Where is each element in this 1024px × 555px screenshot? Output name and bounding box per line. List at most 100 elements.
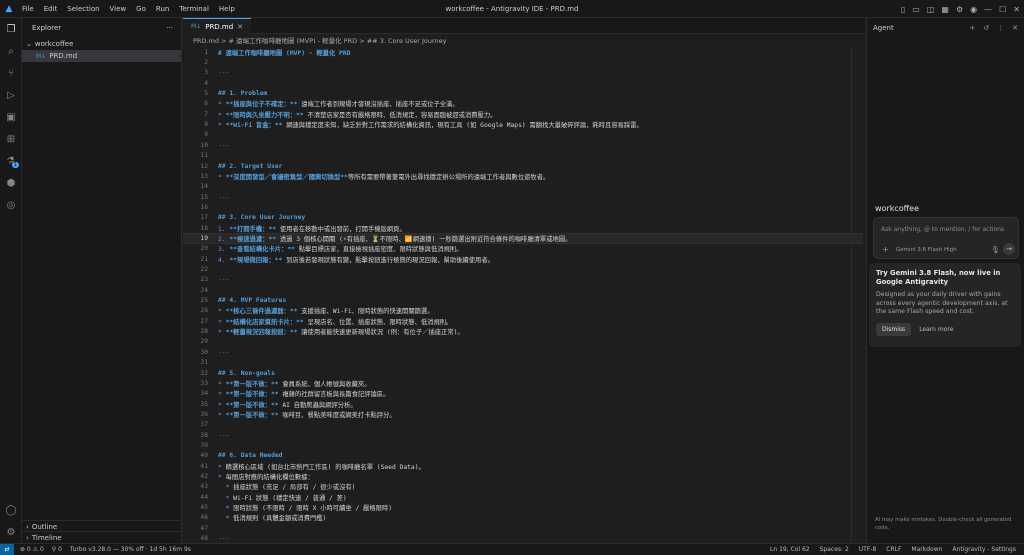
customize-layout-icon[interactable]: ▦ <box>941 5 949 14</box>
settings-icon[interactable]: ⚙ <box>956 5 963 14</box>
extensions-icon[interactable]: ⊞ <box>0 128 22 150</box>
menu-item-terminal[interactable]: Terminal <box>179 5 209 13</box>
code-line[interactable]: 41 * 精選核心區域 (如台北市熱門工作區) 的咖啡廳名單 (Seed Data… <box>183 461 863 471</box>
breadcrumb[interactable]: PRD.md > # 遠端工作咖啡廳地圖 (MVP) - 輕量化 PRD > #… <box>183 34 865 46</box>
code-line[interactable]: 24 <box>183 285 863 295</box>
code-line[interactable]: 17 ## 3. Core User Journey <box>183 213 863 223</box>
code-line[interactable]: 29 <box>183 337 863 347</box>
code-line[interactable]: 47 <box>183 523 863 533</box>
code-line[interactable]: 4 <box>183 78 863 88</box>
source-control-icon[interactable]: ⑂ <box>0 62 22 84</box>
code-line[interactable]: 37 <box>183 420 863 430</box>
minimap[interactable] <box>851 47 865 543</box>
code-line[interactable]: 14 <box>183 182 863 192</box>
code-line[interactable]: 12 ## 2. Target User <box>183 161 863 171</box>
code-line[interactable]: 16 <box>183 202 863 212</box>
code-line[interactable]: 10 --- <box>183 140 863 150</box>
code-line[interactable]: 44 * Wi-Fi 狀態 (穩定快速 / 普通 / 差) <box>183 492 863 502</box>
code-line[interactable]: 32 ## 5. Non-goals <box>183 368 863 378</box>
remote-explorer-icon[interactable]: ▣ <box>0 106 22 128</box>
account-avatar-icon[interactable]: ◯ <box>0 499 22 521</box>
code-line[interactable]: 28 * **輕量現況回報按鈕：** 讓使用者能快速更新現場狀況 (例：有位子／插… <box>183 326 863 336</box>
menu-item-view[interactable]: View <box>110 5 127 13</box>
close-button[interactable]: ✕ <box>1013 5 1020 14</box>
close-tab-icon[interactable]: ✕ <box>237 23 243 31</box>
code-editor[interactable]: 1 # 遠端工作咖啡廳地圖 (MVP) - 輕量化 PRD 2 3 --- 4 5 ## 1.… <box>183 47 865 543</box>
run-debug-icon[interactable]: ▷ <box>0 84 22 106</box>
line-endings[interactable]: CRLF <box>886 546 901 553</box>
code-line[interactable]: 46 * 低消規則 (具體金額或消費門檻) <box>183 513 863 523</box>
menu-item-selection[interactable]: Selection <box>67 5 99 13</box>
code-line[interactable]: 8 * **Wi-Fi 盲盒：** 網速與穩定度未知，缺乏針對工作需求的結構化資訊… <box>183 119 863 129</box>
code-line[interactable]: 7 * **限時與久坐壓力不明：** 不清楚店家是否有嚴格限時、低消規定，容易面臨… <box>183 109 863 119</box>
close-panel-icon[interactable]: ✕ <box>1012 24 1018 32</box>
code-line[interactable]: 18 1. **打開手機：** 使用者在移動中或出發前，打開手機版網頁。 <box>183 223 863 233</box>
cursor-position[interactable]: Ln 19, Col 62 <box>770 546 810 553</box>
language-mode[interactable]: Markdown <box>911 546 942 553</box>
microphone-icon[interactable]: 🎙 <box>991 246 1000 254</box>
code-line[interactable]: 26 * **核心三條件過濾器：** 支援插座、Wi-Fi、限時狀態的快速開關篩選… <box>183 306 863 316</box>
more-actions-icon[interactable]: ⋮ <box>997 24 1004 32</box>
add-context-icon[interactable]: + <box>882 245 889 254</box>
explorer-icon[interactable]: ❐ <box>0 18 22 40</box>
code-line[interactable]: 11 <box>183 151 863 161</box>
code-line[interactable]: 38 --- <box>183 430 863 440</box>
layout-panel-icon[interactable]: ▭ <box>912 5 920 14</box>
code-line[interactable]: 30 --- <box>183 347 863 357</box>
code-line[interactable]: 6 * **插座與位子不確定：** 遠端工作者到現場才發現沒插座、插座不足或位子全… <box>183 99 863 109</box>
code-line[interactable]: 1 # 遠端工作咖啡廳地圖 (MVP) - 輕量化 PRD <box>183 47 863 57</box>
code-line[interactable]: 3 --- <box>183 68 863 78</box>
code-line[interactable]: 36 * **第一版不做：** 咖啡豆、餐點美味度或網美打卡點評分。 <box>183 409 863 419</box>
code-line[interactable]: 9 <box>183 130 863 140</box>
code-line[interactable]: 20 3. **查看結構化卡片：** 點擊目標店家，直接檢視插座密度、限時狀態與低… <box>183 244 863 254</box>
tab-prd-md[interactable]: M↓ PRD.md ✕ <box>183 18 252 34</box>
new-chat-icon[interactable]: + <box>969 24 975 32</box>
testing-icon[interactable]: ⚗ 1 <box>0 150 22 172</box>
search-icon[interactable]: ⌕ <box>0 40 22 62</box>
code-line[interactable]: 33 * **第一版不做：** 會員系統、個人帳號與收藏夾。 <box>183 378 863 388</box>
code-line[interactable]: 27 * **結構化店家資訊卡片：** 呈現店名、位置、插座狀態、限時狀態、低消規… <box>183 316 863 326</box>
code-line[interactable]: 15 --- <box>183 192 863 202</box>
code-line[interactable]: 31 <box>183 358 863 368</box>
model-selector[interactable]: Gemini 3.6 Flash High <box>896 247 957 253</box>
code-line[interactable]: 19 2. **極速過濾：** 透過 3 個核心開關 (⚡有插座、⏳不限時、📶網速… <box>183 233 863 244</box>
code-line[interactable]: 34 * **第一版不做：** 複雜的社群留言板與長篇食記評論區。 <box>183 389 863 399</box>
remote-indicator-icon[interactable]: ⇄ <box>0 543 14 555</box>
code-line[interactable]: 22 <box>183 264 863 274</box>
menu-item-go[interactable]: Go <box>136 5 146 13</box>
problems-indicator[interactable]: ⊗ 0 ⚠ 0 <box>20 546 44 553</box>
code-line[interactable]: 21 4. **現場微回報：** 到店後若發現狀態有變，點擊按鈕進行極簡的現況回報… <box>183 254 863 264</box>
turbo-status[interactable]: Turbo v3.28.0 — 30% off · 1d 5h 16m 9s <box>70 546 191 553</box>
code-line[interactable]: 43 * 插座狀態 (充足 / 局部有 / 很少或沒有) <box>183 482 863 492</box>
folder-workcoffee[interactable]: ⌄ workcoffee <box>22 38 181 50</box>
code-line[interactable]: 23 --- <box>183 275 863 285</box>
menu-item-edit[interactable]: Edit <box>44 5 58 13</box>
timeline-section[interactable]: › Timeline <box>22 531 182 543</box>
send-button[interactable]: → <box>1003 243 1015 255</box>
settings-status[interactable]: Antigravity - Settings <box>952 546 1016 553</box>
menu-item-run[interactable]: Run <box>156 5 169 13</box>
code-line[interactable]: 35 * **第一版不做：** AI 自動爬蟲與網評分析。 <box>183 399 863 409</box>
layout-sidebar-icon[interactable]: ▯ <box>901 5 905 14</box>
code-line[interactable]: 45 * 限時狀態 (不限時 / 限時 X 小時可續坐 / 嚴格限時) <box>183 502 863 512</box>
code-line[interactable]: 25 ## 4. MVP Features <box>183 295 863 305</box>
maximize-button[interactable]: ☐ <box>999 5 1006 14</box>
code-line[interactable]: 40 ## 6. Data Needed <box>183 451 863 461</box>
account-icon[interactable]: ◉ <box>970 5 977 14</box>
indentation[interactable]: Spaces: 2 <box>820 546 849 553</box>
layout-split-icon[interactable]: ◫ <box>927 5 935 14</box>
dismiss-button[interactable]: Dismiss <box>876 322 912 336</box>
encoding[interactable]: UTF-8 <box>859 546 877 553</box>
more-actions-icon[interactable]: ··· <box>166 24 173 32</box>
code-line[interactable]: 39 <box>183 440 863 450</box>
containers-icon[interactable]: ⬢ <box>0 172 22 194</box>
minimize-button[interactable]: — <box>984 5 992 14</box>
code-line[interactable]: 2 <box>183 57 863 67</box>
history-icon[interactable]: ↺ <box>983 24 989 32</box>
agent-chat-input[interactable]: Ask anything, @ to mention, / for action… <box>873 217 1019 259</box>
file-prd-md[interactable]: M↓ PRD.md <box>22 50 181 62</box>
code-line[interactable]: 5 ## 1. Problem <box>183 88 863 98</box>
menu-item-file[interactable]: File <box>22 5 34 13</box>
manage-gear-icon[interactable]: ⚙ <box>0 521 22 543</box>
ports-indicator[interactable]: ⚲ 0 <box>52 546 62 553</box>
